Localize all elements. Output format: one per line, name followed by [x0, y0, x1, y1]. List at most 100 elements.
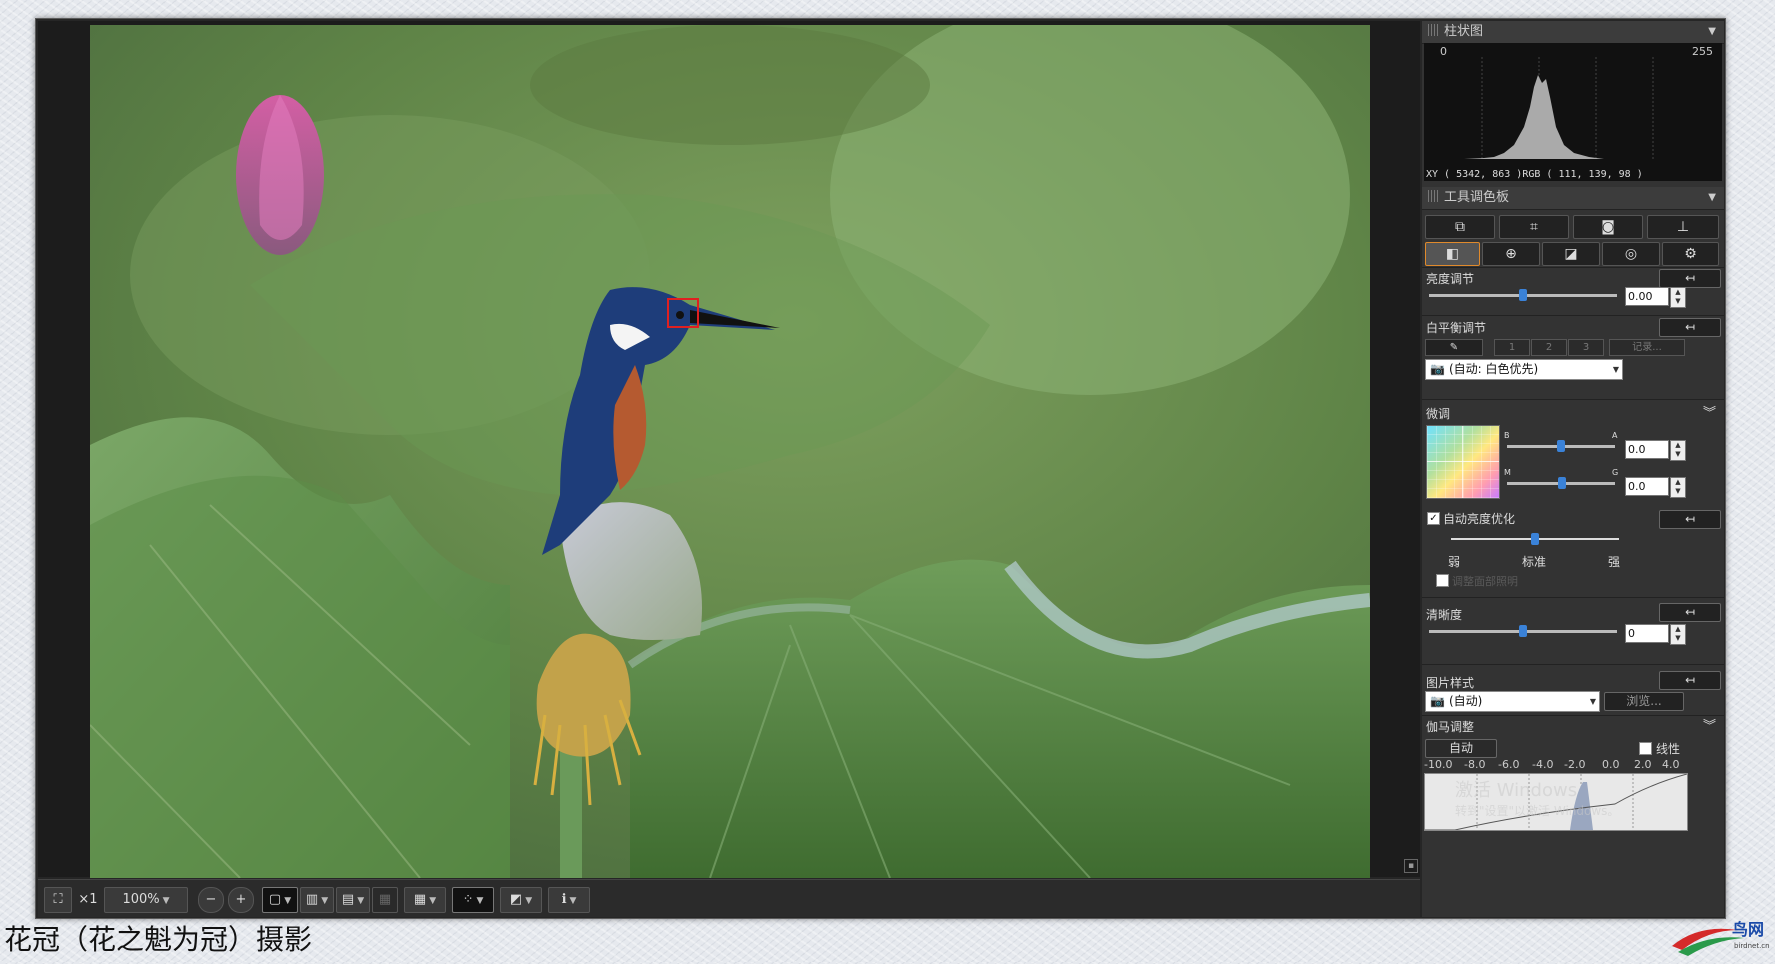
- tab-brightness-icon[interactable]: ◧: [1425, 242, 1480, 266]
- axis-g-label: G: [1612, 468, 1619, 477]
- tab-color-icon[interactable]: ◎: [1602, 242, 1660, 266]
- logo-text: 鸟网: [1732, 920, 1765, 939]
- auto-light-label: 自动亮度优化: [1443, 512, 1516, 526]
- linear-checkbox[interactable]: [1639, 742, 1652, 755]
- logo-subtext: birdnet.cn: [1734, 942, 1770, 950]
- tab-lens-icon[interactable]: ◙: [1573, 215, 1643, 239]
- white-balance-reset-button[interactable]: ↤: [1659, 318, 1721, 337]
- highlight-warning-button[interactable]: ◩ ▼: [500, 887, 542, 913]
- gamma-auto-button[interactable]: 自动: [1425, 739, 1497, 758]
- histogram-panel: 0 255 XY ( 5342, 863 )RGB ( 111, 139, 98…: [1424, 43, 1722, 181]
- tool-palette-title: 工具调色板: [1444, 190, 1510, 205]
- ba-value-input[interactable]: 0.0: [1625, 440, 1669, 459]
- pixel-readout: XY ( 5342, 863 )RGB ( 111, 139, 98 ): [1426, 169, 1643, 180]
- scale-x1-button[interactable]: ×1: [74, 887, 102, 913]
- double-chevron-icon[interactable]: ︾: [1703, 715, 1716, 734]
- birdnet-logo: 鸟网 birdnet.cn: [1668, 916, 1772, 960]
- eyedropper-icon: ✎: [1449, 342, 1459, 353]
- collapse-arrow-icon[interactable]: ▼: [1708, 21, 1716, 43]
- split-view-button[interactable]: ▥ ▼: [300, 887, 334, 913]
- kingfisher-photo: [90, 25, 1370, 878]
- face-lighting-checkbox[interactable]: [1436, 574, 1449, 587]
- tab-detail-icon[interactable]: ⊕: [1482, 242, 1540, 266]
- collapse-arrow-icon[interactable]: ▼: [1708, 187, 1716, 209]
- gamma-tick: 2.0: [1634, 758, 1652, 771]
- gamma-tick: -2.0: [1564, 758, 1586, 771]
- photo-preview[interactable]: [90, 25, 1370, 878]
- browse-button[interactable]: 浏览...: [1604, 692, 1684, 711]
- af-points-button[interactable]: ⁘ ▼: [452, 887, 494, 913]
- brightness-value-input[interactable]: 0.00: [1625, 287, 1669, 306]
- auto-light-checkbox[interactable]: ✓: [1427, 512, 1440, 525]
- grid-overlay-button[interactable]: ▦ ▼: [404, 887, 446, 913]
- gamma-tick: -6.0: [1498, 758, 1520, 771]
- ba-slider[interactable]: [1507, 440, 1615, 452]
- histogram-title: 柱状图: [1444, 24, 1484, 39]
- white-balance-value: (自动: 白色优先): [1448, 362, 1539, 376]
- ba-slider-knob[interactable]: [1557, 440, 1565, 452]
- picture-style-select[interactable]: 📷 (自动) ▼: [1425, 691, 1600, 712]
- tool-palette-header[interactable]: 工具调色板 ▼: [1422, 187, 1724, 210]
- app-window: ▪ ⛶ ×1 100% ▼ − + ▢ ▼ ▥ ▼ ▤ ▼ ▦ ▦ ▼ ⁘ ▼ ◩ ▼ ℹ ▼ …: [35, 18, 1726, 919]
- sync-view-button[interactable]: ▦: [372, 887, 398, 913]
- clarity-reset-button[interactable]: ↤: [1659, 603, 1721, 622]
- wb-preset-3[interactable]: 3: [1568, 339, 1604, 356]
- auto-light-slider-knob[interactable]: [1531, 533, 1539, 545]
- camera-icon: 📷: [1430, 694, 1445, 708]
- activation-watermark-line1: 激活 Windows: [1455, 780, 1578, 801]
- double-chevron-icon[interactable]: ︾: [1703, 402, 1716, 421]
- white-balance-select[interactable]: 📷 (自动: 白色优先) ▼: [1425, 359, 1623, 380]
- eyedropper-button[interactable]: ✎: [1425, 339, 1483, 356]
- white-balance-label: 白平衡调节: [1426, 321, 1487, 335]
- tab-crop-icon[interactable]: ⌗: [1499, 215, 1569, 239]
- ba-spinner[interactable]: ▲ ▼: [1670, 440, 1686, 461]
- auto-light-reset-button[interactable]: ↤: [1659, 510, 1721, 529]
- brightness-slider[interactable]: [1429, 289, 1617, 301]
- clarity-spinner[interactable]: ▲ ▼: [1670, 624, 1686, 645]
- compare-view-button[interactable]: ▤ ▼: [336, 887, 370, 913]
- info-button[interactable]: ℹ ▼: [548, 887, 590, 913]
- fine-tune-label: 微调: [1426, 407, 1451, 421]
- zoom-select[interactable]: 100% ▼: [104, 887, 188, 913]
- wb-preset-2[interactable]: 2: [1531, 339, 1567, 356]
- resize-corner-icon[interactable]: ▪: [1404, 859, 1418, 873]
- brightness-reset-button[interactable]: ↤: [1659, 269, 1721, 288]
- zoom-in-button[interactable]: +: [228, 887, 254, 913]
- strong-label: 强: [1608, 555, 1621, 569]
- picture-style-label: 图片样式: [1426, 676, 1475, 690]
- clarity-value-input[interactable]: 0: [1625, 624, 1669, 643]
- wb-preset-1[interactable]: 1: [1494, 339, 1530, 356]
- axis-a-label: A: [1612, 431, 1618, 440]
- mg-spinner[interactable]: ▲ ▼: [1670, 477, 1686, 498]
- tab-basic-adjust[interactable]: ⧉: [1425, 215, 1495, 239]
- tab-settings-gear-icon[interactable]: ⚙: [1662, 242, 1719, 266]
- histogram-header[interactable]: 柱状图 ▼: [1422, 21, 1724, 44]
- photo-caption: 花冠（花之魁为冠）摄影: [4, 923, 313, 956]
- color-grid-picker[interactable]: [1426, 425, 1500, 499]
- brightness-spinner[interactable]: ▲ ▼: [1670, 287, 1686, 308]
- lotus-leaf-right: [630, 559, 1370, 878]
- activation-watermark-line2: 转到"设置"以激活 Windows。: [1455, 804, 1620, 818]
- brightness-slider-knob[interactable]: [1519, 289, 1527, 301]
- clarity-slider[interactable]: [1429, 625, 1617, 637]
- picture-style-reset-button[interactable]: ↤: [1659, 671, 1721, 690]
- tab-output-icon[interactable]: ⊥: [1647, 215, 1719, 239]
- auto-light-slider[interactable]: [1451, 533, 1619, 545]
- right-panel: 柱状图 ▼ 0 255 XY ( 5342, 863 )RGB ( 111, 1…: [1422, 21, 1724, 917]
- mg-slider-knob[interactable]: [1558, 477, 1566, 489]
- zoom-out-button[interactable]: −: [198, 887, 224, 913]
- fullscreen-button[interactable]: ⛶: [44, 887, 72, 913]
- gamma-curve-graph[interactable]: 激活 Windows 转到"设置"以激活 Windows。: [1424, 773, 1688, 831]
- grip-icon: [1428, 190, 1438, 202]
- mg-slider[interactable]: [1507, 477, 1615, 489]
- gamma-label: 伽马调整: [1426, 720, 1475, 734]
- picture-style-value: (自动): [1448, 694, 1483, 708]
- mg-value-input[interactable]: 0.0: [1625, 477, 1669, 496]
- image-viewer[interactable]: ▪: [38, 21, 1420, 878]
- wb-record-button[interactable]: 记录...: [1609, 339, 1685, 356]
- tab-curve-icon[interactable]: ◪: [1542, 242, 1600, 266]
- gamma-tick: -10.0: [1424, 758, 1453, 771]
- clarity-slider-knob[interactable]: [1519, 625, 1527, 637]
- weak-label: 弱: [1448, 555, 1461, 569]
- single-view-button[interactable]: ▢ ▼: [262, 887, 298, 913]
